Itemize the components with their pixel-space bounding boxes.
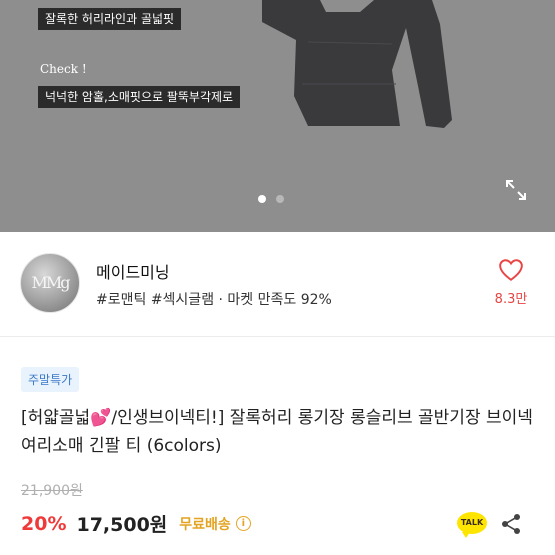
discount-rate: 20%: [21, 512, 67, 535]
original-price: 21,900원: [21, 483, 83, 499]
seller-name[interactable]: 메이드미닝: [96, 259, 170, 283]
hero-caption-top: 잘록한 허리라인과 골넓핏: [38, 8, 182, 30]
expand-icon[interactable]: [504, 178, 528, 202]
seller-avatar[interactable]: MMg: [20, 253, 80, 313]
product-photo: [262, 0, 452, 128]
share-icon[interactable]: [500, 513, 522, 535]
free-shipping-label: 무료배송: [179, 516, 231, 533]
hero-check-label: Check !: [40, 62, 87, 76]
carousel-dot-1[interactable]: [258, 195, 266, 203]
seller-tags: #로맨틱 #섹시글램 · 마켓 만족도 92%: [96, 292, 332, 308]
info-icon[interactable]: i: [235, 516, 251, 531]
seller-section: MMg 메이드미닝 #로맨틱 #섹시글램 · 마켓 만족도 92% 8.3만: [0, 232, 555, 336]
sale-price: 17,500원: [76, 514, 168, 536]
avatar-logo: MMg: [31, 273, 70, 292]
price-row: 20% 17,500원 무료배송 i: [21, 510, 251, 537]
carousel-dot-2[interactable]: [276, 195, 284, 203]
product-image-carousel[interactable]: 잘록한 허리라인과 골넓핏 Check ! 넉넉한 암홀,소매핏으로 팔뚝부각제…: [0, 0, 555, 232]
section-divider: [0, 336, 555, 337]
carousel-indicator: [258, 195, 284, 203]
like-button[interactable]: 8.3만: [488, 258, 534, 307]
heart-icon: [499, 259, 523, 281]
sale-badge: 주말특가: [21, 367, 80, 392]
product-title: [허얇골넓💕/인생브이넥티!] 잘록허리 롱기장 롱슬리브 골반기장 브이넥 여…: [21, 408, 533, 456]
kakaotalk-icon[interactable]: TALK: [457, 512, 487, 538]
hero-caption-bottom: 넉넉한 암홀,소매핏으로 팔뚝부각제로: [38, 86, 241, 108]
like-count: 8.3만: [494, 292, 528, 307]
